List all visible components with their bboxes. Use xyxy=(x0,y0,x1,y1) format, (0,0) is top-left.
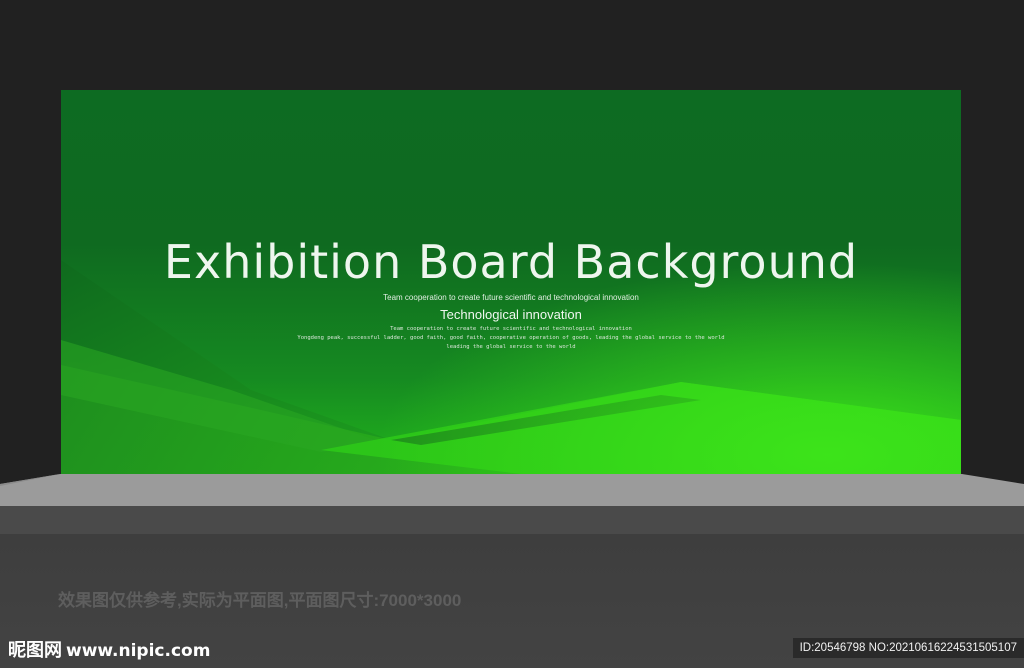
board-subtitle: Technological innovation xyxy=(440,307,582,322)
board-tagline-small: Team cooperation to create future scient… xyxy=(383,293,639,302)
stage-platform-front xyxy=(0,506,1024,534)
image-id-label: ID:20546798 NO:20210616224531505107 xyxy=(792,638,1024,658)
disclaimer-note: 效果图仅供参考,实际为平面图,平面图尺寸:7000*3000 xyxy=(58,591,462,610)
board-title: Exhibition Board Background xyxy=(163,235,859,289)
stage-platform-top xyxy=(0,474,1024,506)
board-body-line-2: Yongdeng peak, successful ladder, good f… xyxy=(297,335,725,341)
board-body-line-3: leading the global service to the world xyxy=(446,344,576,350)
exhibition-board: Exhibition Board Background Team coopera… xyxy=(61,90,961,474)
watermark-url: www.nipic.com xyxy=(66,641,211,661)
scene: Exhibition Board Background Team coopera… xyxy=(0,0,1024,668)
board-body-line-1: Team cooperation to create future scient… xyxy=(390,326,632,332)
watermark-logo-text: 昵图网 xyxy=(8,640,62,661)
watermark-logo: 昵图网 www.nipic.com xyxy=(8,636,210,662)
